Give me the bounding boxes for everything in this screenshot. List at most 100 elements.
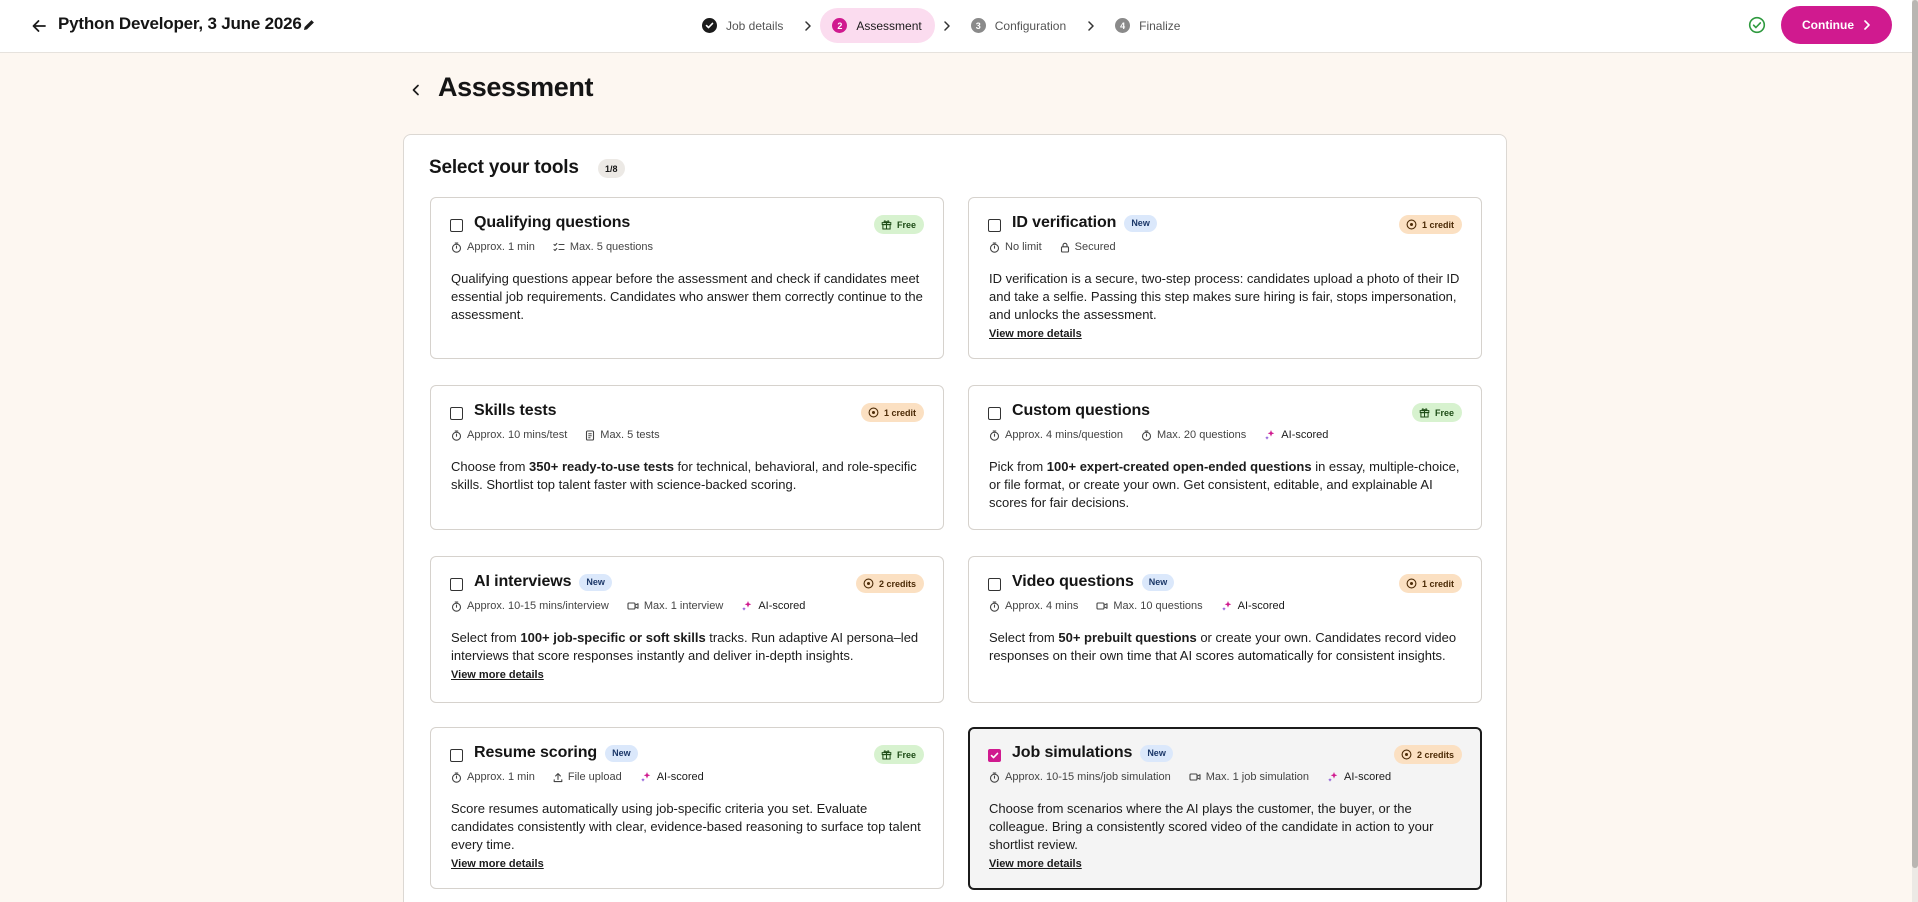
description-text: Score resumes automatically using job-sp…: [451, 801, 921, 852]
tool-title-row: Skills tests: [474, 402, 557, 420]
credit-icon: [1401, 749, 1412, 760]
view-more-details-link[interactable]: View more details: [989, 327, 1082, 342]
gift-icon: [881, 219, 892, 230]
job-title: Python Developer, 3 June 2026: [58, 14, 302, 33]
meta-text: Approx. 4 mins: [1005, 600, 1079, 612]
tool-card-ai-interviews[interactable]: AI interviews New 2 credits Approx. 10-15 m…: [430, 556, 944, 703]
tool-card-video-questions[interactable]: Video questions New 1 credit Approx. 4 mins…: [968, 556, 1482, 703]
meta-item: AI-scored: [640, 771, 704, 783]
tool-description: Choose from 350+ ready-to-use tests for …: [451, 458, 927, 494]
tool-checkbox[interactable]: [988, 407, 1001, 420]
ai-sparkle-icon: [1264, 429, 1276, 441]
meta-text: Approx. 1 min: [467, 241, 535, 253]
step-number: 2: [832, 18, 848, 33]
arrow-left-icon: [32, 20, 46, 32]
tool-checkbox[interactable]: [988, 219, 1001, 232]
continue-button[interactable]: Continue: [1781, 6, 1892, 44]
meta-item: Max. 5 tests: [585, 429, 660, 441]
tool-checkbox[interactable]: [450, 407, 463, 420]
page-back-button[interactable]: [408, 82, 424, 98]
stopwatch-icon: [989, 429, 1000, 441]
tool-title-row: Custom questions: [1012, 402, 1150, 420]
meta-item: AI-scored: [1327, 771, 1391, 783]
tool-meta: Approx. 4 mins/question Max. 20 questions…: [989, 429, 1328, 441]
tool-meta: No limit Secured: [989, 241, 1116, 253]
meta-item: Approx. 10-15 mins/interview: [451, 600, 609, 612]
document-icon: [585, 429, 595, 441]
new-badge: New: [1140, 744, 1173, 762]
tool-card-qualifying-questions[interactable]: Qualifying questions Free Approx. 1 min Max…: [430, 197, 944, 359]
chevron-right-icon: [796, 20, 820, 31]
meta-text: Approx. 10-15 mins/job simulation: [1005, 771, 1171, 783]
price-badge: 1 credit: [1398, 215, 1462, 234]
tool-title: Video questions: [1012, 573, 1134, 590]
tool-title: AI interviews: [474, 573, 572, 590]
page-title: Assessment: [438, 72, 594, 102]
price-badge: Free: [873, 215, 924, 234]
scrollbar-thumb[interactable]: [1912, 0, 1918, 868]
price-badge: 1 credit: [860, 403, 924, 422]
tool-checkbox[interactable]: [988, 578, 1001, 591]
scrollbar[interactable]: [1912, 0, 1918, 902]
tool-meta: Approx. 1 min Max. 5 questions: [451, 241, 653, 253]
tool-checkbox[interactable]: [450, 219, 463, 232]
meta-item: Approx. 4 mins: [989, 600, 1078, 612]
tool-description: Score resumes automatically using job-sp…: [451, 800, 927, 872]
price-label: 2 credits: [1416, 749, 1454, 760]
description-text: 350+ ready-to-use tests: [529, 459, 674, 474]
tool-meta: Approx. 1 min File upload AI-scored: [451, 771, 704, 783]
view-more-details-link[interactable]: View more details: [451, 668, 544, 683]
gift-icon: [881, 749, 892, 760]
tool-title-row: Resume scoring New: [474, 744, 638, 762]
tool-card-resume-scoring[interactable]: Resume scoring New Free Approx. 1 min File u…: [430, 727, 944, 889]
tool-checkbox[interactable]: [450, 578, 463, 591]
meta-item: Max. 1 interview: [627, 600, 723, 612]
meta-text: AI-scored: [1281, 429, 1329, 441]
meta-item: AI-scored: [741, 600, 805, 612]
meta-item: AI-scored: [1264, 429, 1328, 441]
stopwatch-icon: [989, 241, 1000, 253]
continue-label: Continue: [1802, 18, 1854, 32]
step-job-details[interactable]: Job details: [690, 8, 796, 43]
chevron-left-icon: [412, 84, 419, 96]
description-text: Select from: [451, 630, 521, 645]
back-button[interactable]: [28, 15, 50, 37]
meta-item: Max. 20 questions: [1141, 429, 1246, 441]
tool-title-row: AI interviews New: [474, 573, 612, 591]
tool-title-row: Job simulations New: [1012, 744, 1173, 762]
step-configuration[interactable]: 3 Configuration: [959, 8, 1079, 43]
tool-title: Qualifying questions: [474, 214, 631, 231]
tool-title-row: Video questions New: [1012, 573, 1175, 591]
tool-title: Custom questions: [1012, 402, 1150, 419]
price-badge: Free: [873, 745, 924, 764]
lock-icon: [1060, 242, 1070, 253]
view-more-details-link[interactable]: View more details: [451, 857, 544, 872]
edit-title-button[interactable]: [302, 18, 318, 34]
chevron-right-icon: [1864, 20, 1870, 30]
tool-description: Select from 50+ prebuilt questions or cr…: [989, 629, 1465, 665]
tool-card-custom-questions[interactable]: Custom questions Free Approx. 4 mins/quest…: [968, 385, 1482, 530]
meta-text: Max. 1 job simulation: [1205, 771, 1310, 783]
tool-description: Pick from 100+ expert-created open-ended…: [989, 458, 1465, 512]
description-text: ID verification is a secure, two-step pr…: [989, 271, 1460, 322]
step-finalize[interactable]: 4 Finalize: [1103, 8, 1193, 43]
tool-checkbox[interactable]: [450, 749, 463, 762]
new-badge: New: [1124, 214, 1157, 232]
meta-item: Max. 10 questions: [1096, 600, 1203, 612]
tool-card-skills-tests[interactable]: Skills tests 1 credit Approx. 10 mins/test…: [430, 385, 944, 530]
step-assessment[interactable]: 2 Assessment: [820, 8, 935, 43]
price-label: 2 credits: [878, 578, 916, 589]
price-label: Free: [896, 219, 916, 230]
tool-card-job-simulations[interactable]: Job simulations New 2 credits Approx. 10-15…: [968, 727, 1482, 890]
credit-icon: [1406, 578, 1417, 589]
price-badge: Free: [1411, 403, 1462, 422]
description-text: 100+ job-specific or soft skills: [520, 630, 706, 645]
checklist-icon: [553, 242, 565, 252]
pencil-icon: [304, 20, 314, 30]
tool-checkbox[interactable]: [988, 749, 1001, 762]
tool-description: Choose from scenarios where the AI plays…: [989, 800, 1465, 872]
tool-card-id-verification[interactable]: ID verification New 1 credit No limit Secure…: [968, 197, 1482, 359]
step-label: Finalize: [1139, 18, 1181, 33]
view-more-details-link[interactable]: View more details: [989, 857, 1082, 872]
price-label: 1 credit: [1421, 219, 1454, 230]
